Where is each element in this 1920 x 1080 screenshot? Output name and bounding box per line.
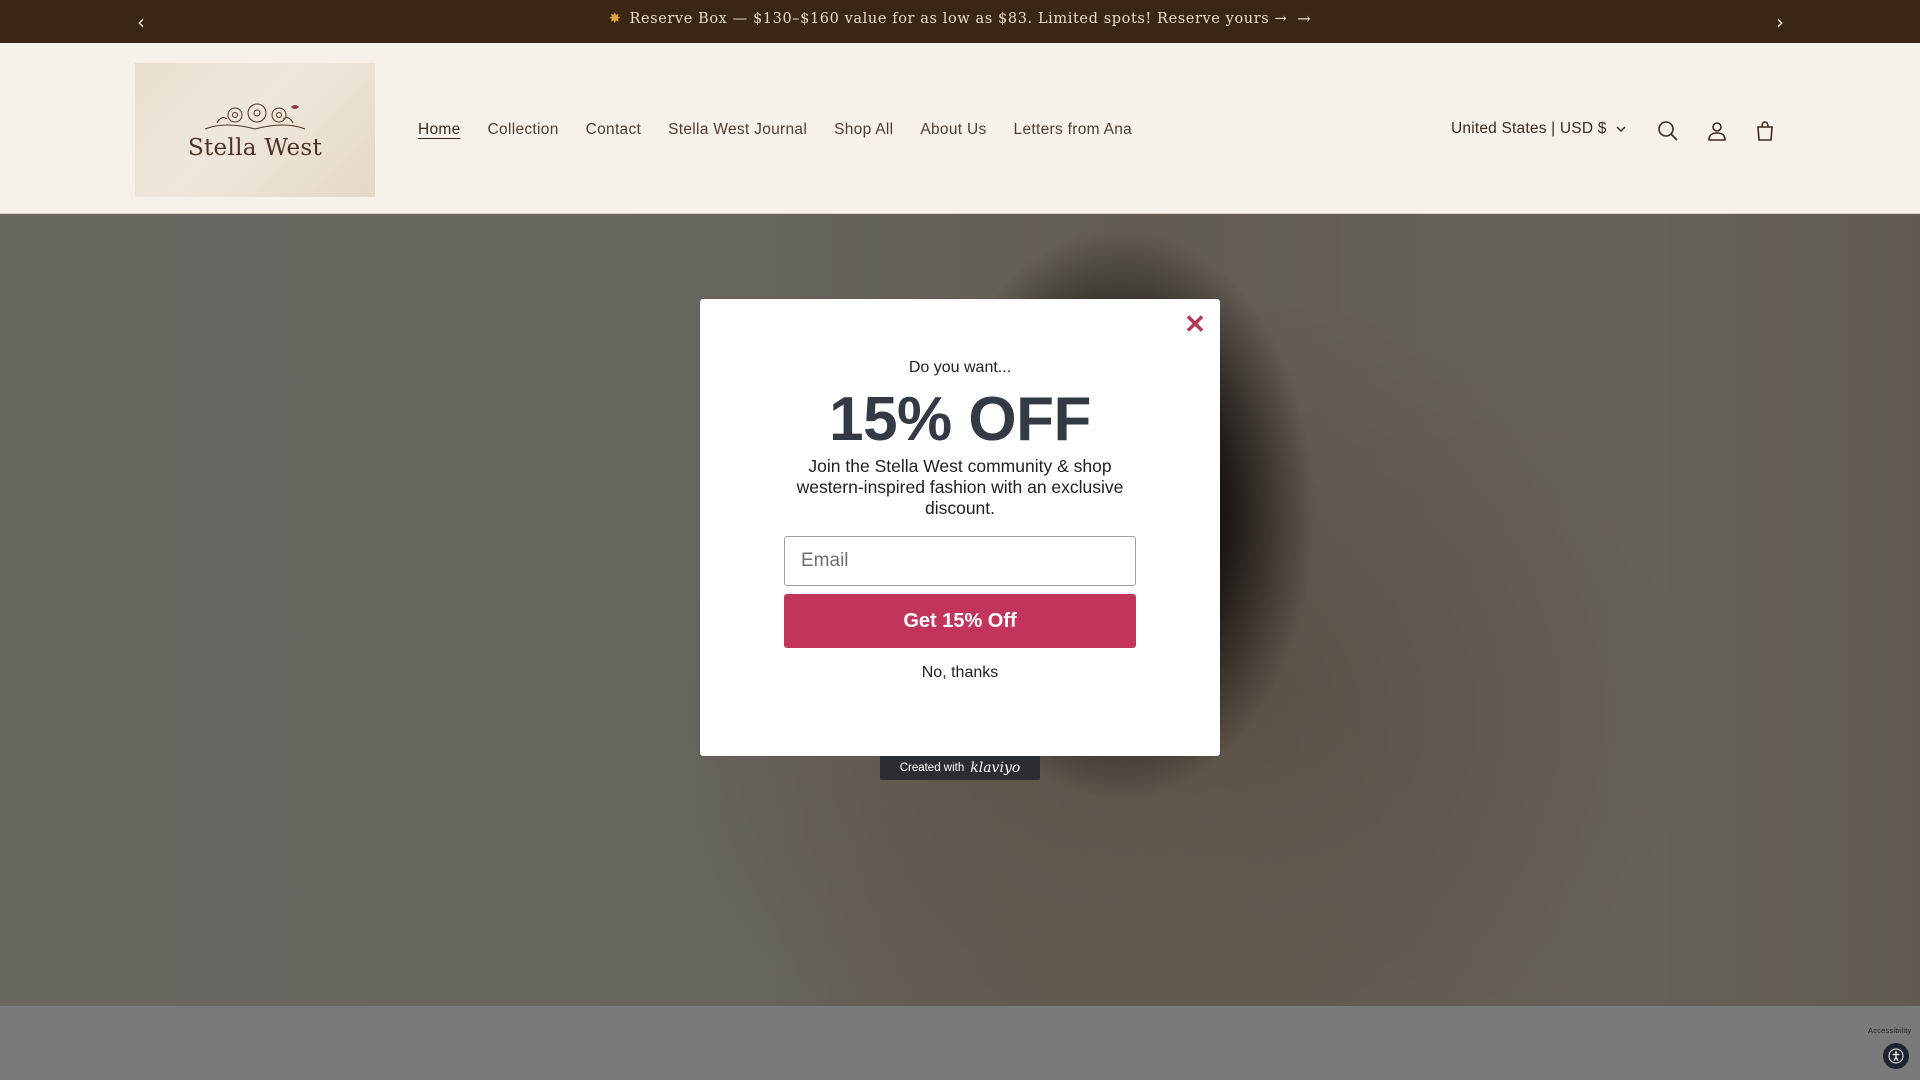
logo[interactable]: Stella West <box>135 63 375 197</box>
search-icon <box>1658 121 1678 141</box>
site-header: Stella West Home Collection Contact Stel… <box>0 43 1920 214</box>
chevron-down-icon <box>1616 126 1626 133</box>
announcement-text: Reserve Box — $130–$160 value for as low… <box>629 10 1288 27</box>
nav-collection[interactable]: Collection <box>488 121 559 139</box>
nav-shop-all[interactable]: Shop All <box>834 121 893 139</box>
announcement-bar: ‹ ✸ Reserve Box — $130–$160 value for as… <box>0 0 1920 43</box>
klaviyo-badge[interactable]: Created with klaviyo <box>880 756 1040 780</box>
get-discount-button[interactable]: Get 15% Off <box>784 594 1136 648</box>
popup-pre-heading: Do you want... <box>908 359 1012 376</box>
account-icon <box>1708 122 1726 141</box>
announcement-next-button[interactable]: › <box>1760 0 1800 43</box>
popup-body: Join the Stella West community & shop we… <box>796 456 1124 518</box>
klaviyo-prefix: Created with <box>899 762 965 774</box>
no-thanks-button[interactable]: No, thanks <box>700 664 1220 682</box>
backdrop-bottom <box>0 1006 1920 1080</box>
nav-home[interactable]: Home <box>418 121 461 139</box>
accessibility-icon <box>1888 1048 1904 1064</box>
close-icon: ✕ <box>1184 308 1206 339</box>
floral-logo-icon <box>204 103 306 130</box>
nav-journal[interactable]: Stella West Journal <box>668 121 807 139</box>
klaviyo-logo: klaviyo <box>970 760 1021 776</box>
close-button[interactable]: ✕ <box>1180 309 1210 339</box>
cart-button[interactable] <box>1750 116 1780 146</box>
main-nav: Home Collection Contact Stella West Jour… <box>418 121 1159 139</box>
arrow-right-icon: → <box>1297 9 1312 28</box>
discount-popup: ✕ Do you want... 15% OFF Join the Stella… <box>700 299 1220 756</box>
nav-about-us[interactable]: About Us <box>920 121 986 139</box>
email-field[interactable] <box>784 536 1136 586</box>
account-button[interactable] <box>1702 116 1732 146</box>
country-selector-label: United States | USD $ <box>1451 120 1607 137</box>
chevron-right-icon: › <box>1776 9 1784 34</box>
announcement-link[interactable]: ✸ Reserve Box — $130–$160 value for as l… <box>0 0 1920 37</box>
sun-star-icon: ✸ <box>608 10 622 27</box>
accessibility-button[interactable] <box>1883 1043 1909 1069</box>
search-button[interactable] <box>1653 116 1683 146</box>
logo-text: Stella West <box>187 135 323 161</box>
nav-letters[interactable]: Letters from Ana <box>1014 121 1133 139</box>
cart-icon <box>1757 121 1773 141</box>
popup-heading: 15% OFF <box>829 385 1091 454</box>
accessibility-label: Accessibility <box>1868 1026 1912 1035</box>
nav-contact[interactable]: Contact <box>586 121 642 139</box>
country-selector[interactable]: United States | USD $ <box>1451 120 1627 138</box>
